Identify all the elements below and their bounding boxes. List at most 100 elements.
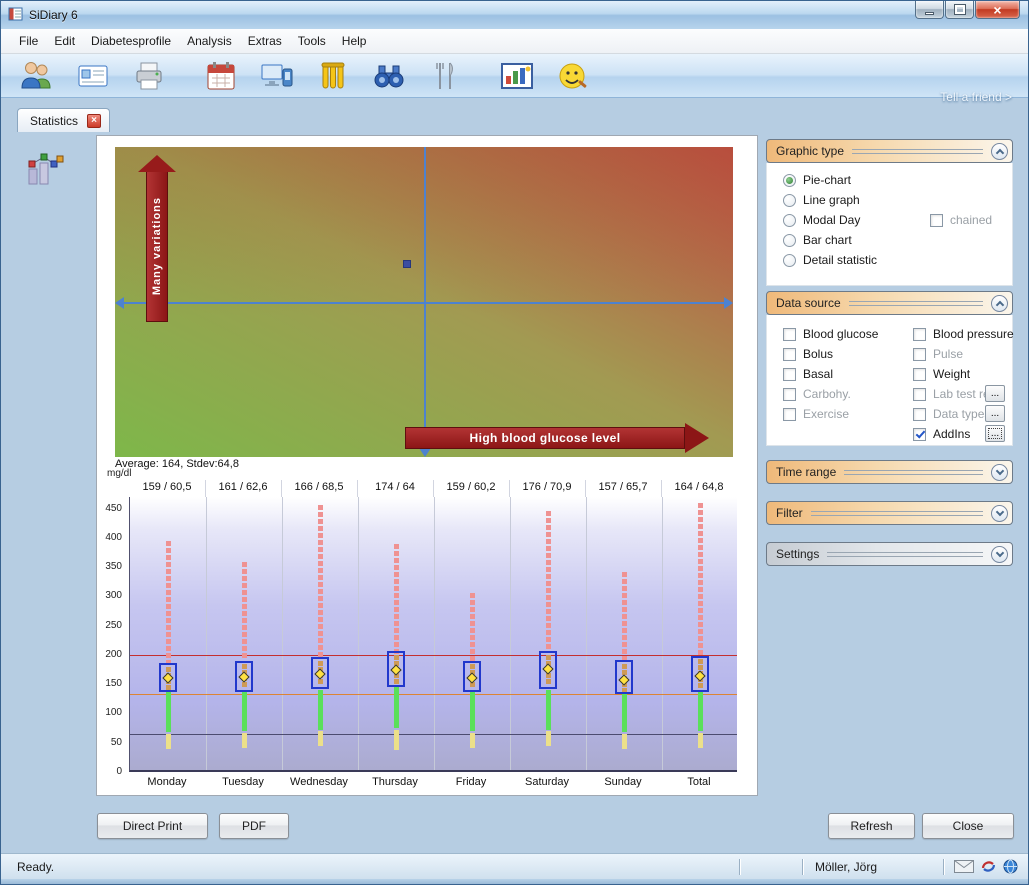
panel-header-time-range[interactable]: Time range xyxy=(766,460,1013,484)
close-button[interactable]: Close xyxy=(922,813,1014,839)
y-tick-label: 400 xyxy=(105,532,122,543)
more-button-lab-test[interactable]: ... xyxy=(985,385,1005,402)
options-sidebar: Graphic type Pie-chart Line graph Modal … xyxy=(766,139,1013,569)
boxplot-plot xyxy=(129,497,737,772)
statusbar: Ready. Möller, Jörg xyxy=(1,853,1028,879)
chevron-down-icon xyxy=(995,548,1003,556)
low-value-dot xyxy=(318,741,323,746)
low-normal-bar xyxy=(394,687,399,729)
checkbox-blood-glucose[interactable]: Blood glucose xyxy=(783,327,878,341)
app-icon xyxy=(8,6,24,25)
panel-header-settings[interactable]: Settings xyxy=(766,542,1013,566)
checkbox-blood-pressure[interactable]: Blood pressure xyxy=(913,327,1014,341)
feedback-button[interactable] xyxy=(551,56,595,96)
sync-status-icon[interactable] xyxy=(981,859,996,874)
radio-icon xyxy=(783,194,796,207)
checkbox-label: Pulse xyxy=(933,347,963,361)
menu-edit[interactable]: Edit xyxy=(46,31,83,51)
checkbox-icon xyxy=(930,214,943,227)
high-value-dot xyxy=(394,551,399,556)
checkbox-basal[interactable]: Basal xyxy=(783,367,833,381)
high-value-dot xyxy=(546,595,551,600)
more-button-data-types[interactable]: ... xyxy=(985,405,1005,422)
radio-option-bar-chart[interactable]: Bar chart xyxy=(783,233,852,247)
high-value-dot xyxy=(318,652,323,657)
low-normal-bar xyxy=(166,692,171,732)
analysis-button[interactable] xyxy=(367,56,411,96)
panel-header-filter[interactable]: Filter xyxy=(766,501,1013,525)
data-card-icon xyxy=(76,59,110,93)
calendar-button[interactable] xyxy=(199,56,243,96)
panel-header-graphic-type[interactable]: Graphic type xyxy=(766,139,1013,163)
radio-option-detail-statistic[interactable]: Detail statistic xyxy=(783,253,877,267)
close-window-button[interactable]: × xyxy=(975,1,1020,19)
high-value-dot xyxy=(698,580,703,585)
minimize-button[interactable] xyxy=(915,1,944,19)
direct-print-button[interactable]: Direct Print xyxy=(97,813,208,839)
more-button-addins[interactable]: ... xyxy=(985,425,1005,442)
pdf-button[interactable]: PDF xyxy=(219,813,289,839)
globe-icon[interactable] xyxy=(1003,859,1018,874)
minimize-icon xyxy=(925,12,934,15)
y-tick-label: 350 xyxy=(105,561,122,572)
checkbox-addins[interactable]: AddIns xyxy=(913,427,970,441)
high-value-dot xyxy=(166,597,171,602)
checkbox-pulse[interactable]: Pulse xyxy=(913,347,963,361)
high-value-dot xyxy=(622,614,627,619)
high-value-dot xyxy=(242,604,247,609)
maximize-button[interactable] xyxy=(945,1,974,19)
panel-title: Data source xyxy=(776,296,841,310)
grid-line xyxy=(586,497,587,770)
checkbox-icon xyxy=(783,408,796,421)
scatter-annotation: Average: 164, Stdev:64,8 xyxy=(115,458,239,470)
high-value-dot xyxy=(622,579,627,584)
mail-icon[interactable] xyxy=(954,860,974,873)
high-value-dot xyxy=(546,567,551,572)
high-value-dot xyxy=(546,588,551,593)
checkbox-weight[interactable]: Weight xyxy=(913,367,970,381)
high-value-dot xyxy=(470,628,475,633)
collapse-button[interactable] xyxy=(991,295,1008,312)
menu-tools[interactable]: Tools xyxy=(290,31,334,51)
lab-results-button[interactable] xyxy=(311,56,355,96)
tab-statistics[interactable]: Statistics × xyxy=(17,108,110,132)
radio-option-pie-chart[interactable]: Pie-chart xyxy=(783,173,851,187)
mini-chart-icon xyxy=(25,151,65,189)
menu-file[interactable]: File xyxy=(11,31,46,51)
checkbox-icon xyxy=(783,388,796,401)
collapse-button[interactable] xyxy=(991,143,1008,160)
high-value-dot xyxy=(622,600,627,605)
panel-header-data-source[interactable]: Data source xyxy=(766,291,1013,315)
checkbox-data-types[interactable]: Data types xyxy=(913,407,990,421)
print-button[interactable] xyxy=(127,56,171,96)
menu-extras[interactable]: Extras xyxy=(240,31,290,51)
expand-button[interactable] xyxy=(991,546,1008,563)
logbook-button[interactable] xyxy=(71,56,115,96)
radio-option-modal-day[interactable]: Modal Day xyxy=(783,213,860,227)
tell-a-friend-link[interactable]: Tell a friend > xyxy=(940,90,1012,104)
tab-close-icon[interactable]: × xyxy=(87,114,101,128)
checkbox-bolus[interactable]: Bolus xyxy=(783,347,833,361)
checkbox-carbohydrates[interactable]: Carbohy. xyxy=(783,387,851,401)
refresh-button[interactable]: Refresh xyxy=(828,813,915,839)
nutrition-button[interactable] xyxy=(423,56,467,96)
panel-title: Settings xyxy=(776,547,819,561)
expand-button[interactable] xyxy=(991,505,1008,522)
checkbox-chained[interactable]: chained xyxy=(930,213,992,227)
high-value-dot xyxy=(546,574,551,579)
high-value-dot xyxy=(318,533,323,538)
high-value-dot xyxy=(318,610,323,615)
menu-help[interactable]: Help xyxy=(334,31,375,51)
patients-button[interactable] xyxy=(15,56,59,96)
high-value-dot xyxy=(166,541,171,546)
window-title: SiDiary 6 xyxy=(29,8,78,22)
statistics-button[interactable] xyxy=(495,56,539,96)
radio-option-line-graph[interactable]: Line graph xyxy=(783,193,860,207)
sync-device-button[interactable] xyxy=(255,56,299,96)
expand-button[interactable] xyxy=(991,464,1008,481)
statistics-nav-button[interactable] xyxy=(25,151,65,189)
radio-label: Detail statistic xyxy=(803,253,877,267)
menu-diabetesprofile[interactable]: Diabetesprofile xyxy=(83,31,179,51)
menu-analysis[interactable]: Analysis xyxy=(179,31,240,51)
checkbox-exercise[interactable]: Exercise xyxy=(783,407,849,421)
